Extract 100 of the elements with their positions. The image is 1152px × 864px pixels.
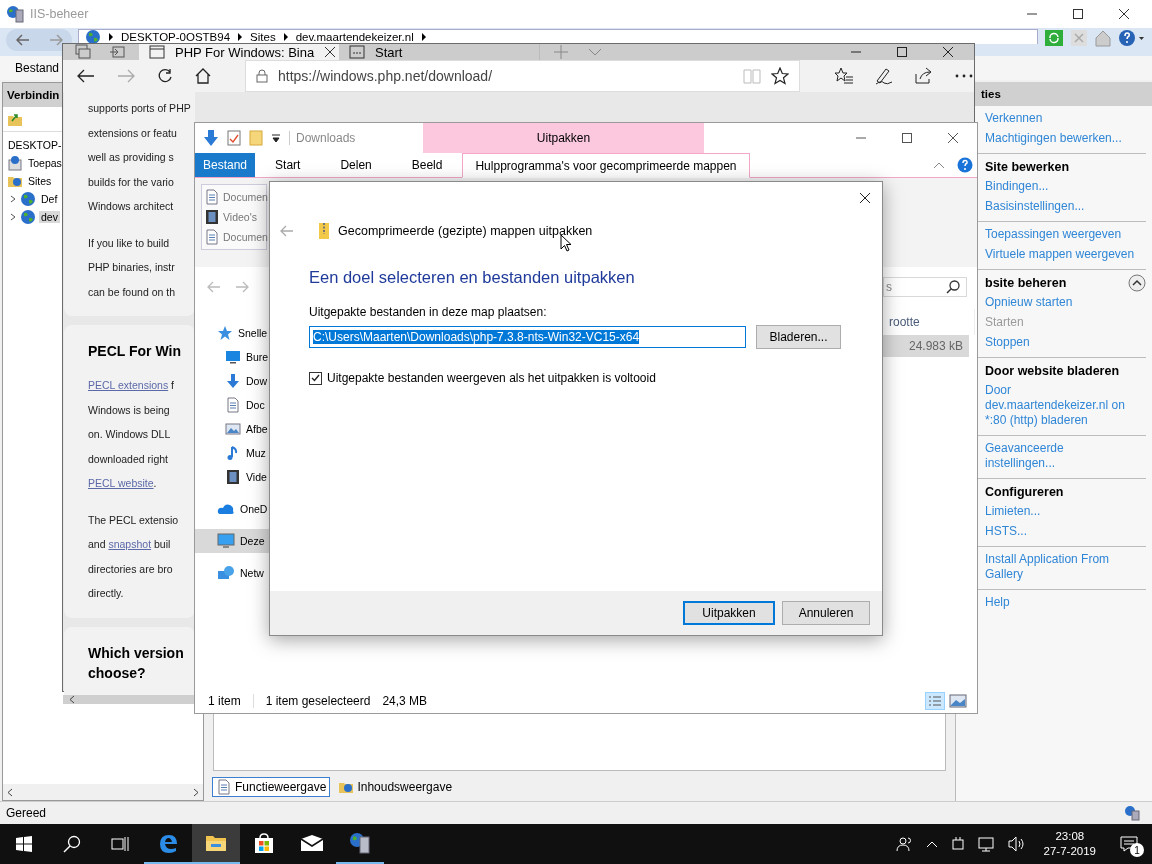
field-label: Uitgepakte bestanden in deze map plaatsen: xyxy=(309,305,548,319)
view-tab[interactable]: Inhoudsweergave xyxy=(334,777,457,797)
action-link[interactable]: Bindingen... xyxy=(985,177,1135,197)
action-link[interactable]: Help xyxy=(985,593,1135,613)
tab-preview-icon[interactable] xyxy=(75,44,91,60)
action-link[interactable]: Basisinstellingen... xyxy=(985,197,1135,217)
tree-item[interactable]: Def xyxy=(39,193,60,205)
context-tab-header: Uitpakken xyxy=(423,123,704,153)
desktop-icon xyxy=(225,349,241,365)
tree-item[interactable]: DESKTOP- xyxy=(6,139,64,151)
collapse-ribbon-icon[interactable] xyxy=(933,161,945,169)
maximize-icon[interactable] xyxy=(1072,8,1084,20)
action-link[interactable]: Toepassingen weergeven xyxy=(985,225,1135,245)
edge-icon[interactable] xyxy=(157,832,179,854)
nav-item[interactable]: Vide xyxy=(195,465,269,489)
large-icons-view-icon[interactable] xyxy=(949,692,967,710)
store-bag-icon[interactable] xyxy=(253,832,275,854)
text-link[interactable]: PECL website xyxy=(88,477,154,489)
section-heading: Which version choose? xyxy=(88,643,184,683)
folder-icon[interactable] xyxy=(205,833,227,853)
battery-plug-icon[interactable] xyxy=(949,836,966,852)
browse-button[interactable]: Bladeren... xyxy=(756,325,841,349)
text-link[interactable]: snapshot xyxy=(108,538,152,550)
tree-item[interactable]: dev xyxy=(39,211,60,223)
ribbon-tab[interactable]: Hulpprogramma's voor gecomprimeerde mappen xyxy=(462,153,750,178)
action-link[interactable]: HSTS... xyxy=(985,522,1135,542)
help-icon[interactable] xyxy=(957,157,973,173)
table-cell[interactable]: 24.983 kB xyxy=(881,335,969,357)
pen-icon[interactable] xyxy=(874,67,894,85)
set-aside-tabs-icon[interactable] xyxy=(109,45,125,59)
checkbox[interactable] xyxy=(309,371,322,385)
view-tab[interactable]: Functieweergave xyxy=(212,777,331,797)
share-icon[interactable] xyxy=(914,67,934,85)
people-icon[interactable] xyxy=(895,836,914,852)
taskbar-app[interactable] xyxy=(192,824,240,864)
recent-item[interactable]: Documen xyxy=(202,187,266,207)
nav-item[interactable]: Dow xyxy=(195,369,269,393)
refresh-icon[interactable] xyxy=(157,68,173,84)
tree-item[interactable]: Toepas xyxy=(26,157,64,169)
help-icon[interactable] xyxy=(1118,29,1146,47)
action-link[interactable]: Opnieuw starten xyxy=(985,293,1135,313)
home-icon[interactable] xyxy=(195,68,211,84)
server-icon[interactable] xyxy=(348,831,372,855)
chevron-icon[interactable] xyxy=(9,195,17,203)
nav-item[interactable]: Snelle xyxy=(195,321,269,345)
menu-item[interactable]: Bestand xyxy=(15,59,60,77)
chevron-icon[interactable] xyxy=(9,213,17,221)
film-icon xyxy=(225,469,241,485)
tree-item[interactable]: Sites xyxy=(26,175,54,187)
volume-icon[interactable] xyxy=(1007,836,1026,852)
action-link[interactable]: Verkennen xyxy=(985,109,1135,129)
close-tab-icon[interactable] xyxy=(324,46,337,58)
ribbon-tab[interactable]: Bestand xyxy=(195,153,256,177)
scroll-right-icon[interactable] xyxy=(193,787,199,797)
close-icon[interactable] xyxy=(1118,8,1130,20)
close-icon[interactable] xyxy=(942,46,954,58)
more-icon[interactable] xyxy=(954,73,974,79)
dialog-button[interactable]: Annuleren xyxy=(782,601,870,625)
nav-item[interactable]: Netw xyxy=(195,561,269,585)
recent-item[interactable]: Documen xyxy=(202,227,266,247)
scroll-left-icon[interactable] xyxy=(7,787,13,797)
scroll-left-icon[interactable] xyxy=(69,694,75,704)
nav-item[interactable]: OneD xyxy=(195,497,269,521)
action-link[interactable]: Machtigingen bewerken... xyxy=(985,129,1135,149)
maximize-icon[interactable] xyxy=(896,46,908,58)
nav-item[interactable]: Bure xyxy=(195,345,269,369)
clock[interactable]: 23:08 27-7-2019 xyxy=(1037,829,1102,859)
dropdown-icon[interactable] xyxy=(271,133,281,143)
dialog-button[interactable]: Uitpakken xyxy=(683,601,775,625)
nav-item[interactable]: Muz xyxy=(195,441,269,465)
action-link[interactable]: Geavanceerde instellingen... xyxy=(985,439,1135,474)
favorites-list-icon[interactable] xyxy=(834,67,854,85)
nav-item[interactable]: Deze xyxy=(195,529,269,553)
action-link[interactable]: Door dev.maartendekeizer.nl on *:80 (http) bladeren xyxy=(985,381,1135,431)
chevron-up-icon[interactable] xyxy=(925,840,938,848)
path-field[interactable]: C:\Users\Maarten\Downloads\php-7.3.8-nts-Win32-VC15-x64 xyxy=(309,326,746,348)
search-field[interactable]: s xyxy=(883,277,967,297)
properties-icon[interactable] xyxy=(227,130,241,146)
action-link[interactable]: Limieten... xyxy=(985,502,1135,522)
maximize-icon[interactable] xyxy=(901,132,913,144)
back-arrow-icon[interactable] xyxy=(77,69,95,83)
back-forward-buttons[interactable] xyxy=(6,29,72,51)
folder-arrow-icon[interactable] xyxy=(7,111,23,127)
download-arrow-icon[interactable] xyxy=(203,129,219,147)
star-outline-icon[interactable] xyxy=(771,67,789,85)
action-link[interactable]: Install Application From Gallery xyxy=(985,550,1135,585)
action-link[interactable]: Stoppen xyxy=(985,333,1135,353)
nav-item[interactable]: Afbe xyxy=(195,417,269,441)
close-icon[interactable] xyxy=(859,192,871,204)
browser-tab[interactable]: PHP For Windows: Bina xyxy=(139,44,339,60)
notification-center[interactable]: 1 xyxy=(1114,829,1144,859)
collapse-icon[interactable] xyxy=(1128,274,1146,292)
text-link[interactable]: PECL extensions xyxy=(88,379,169,391)
network-icon[interactable] xyxy=(977,836,996,852)
action-link[interactable]: Virtuele mappen weergeven xyxy=(985,245,1135,265)
server-icon xyxy=(6,5,24,23)
nav-item[interactable]: Doc xyxy=(195,393,269,417)
close-icon[interactable] xyxy=(947,132,959,144)
address-field[interactable]: https://windows.php.net/download/ xyxy=(245,60,800,92)
envelope-icon[interactable] xyxy=(300,834,324,852)
